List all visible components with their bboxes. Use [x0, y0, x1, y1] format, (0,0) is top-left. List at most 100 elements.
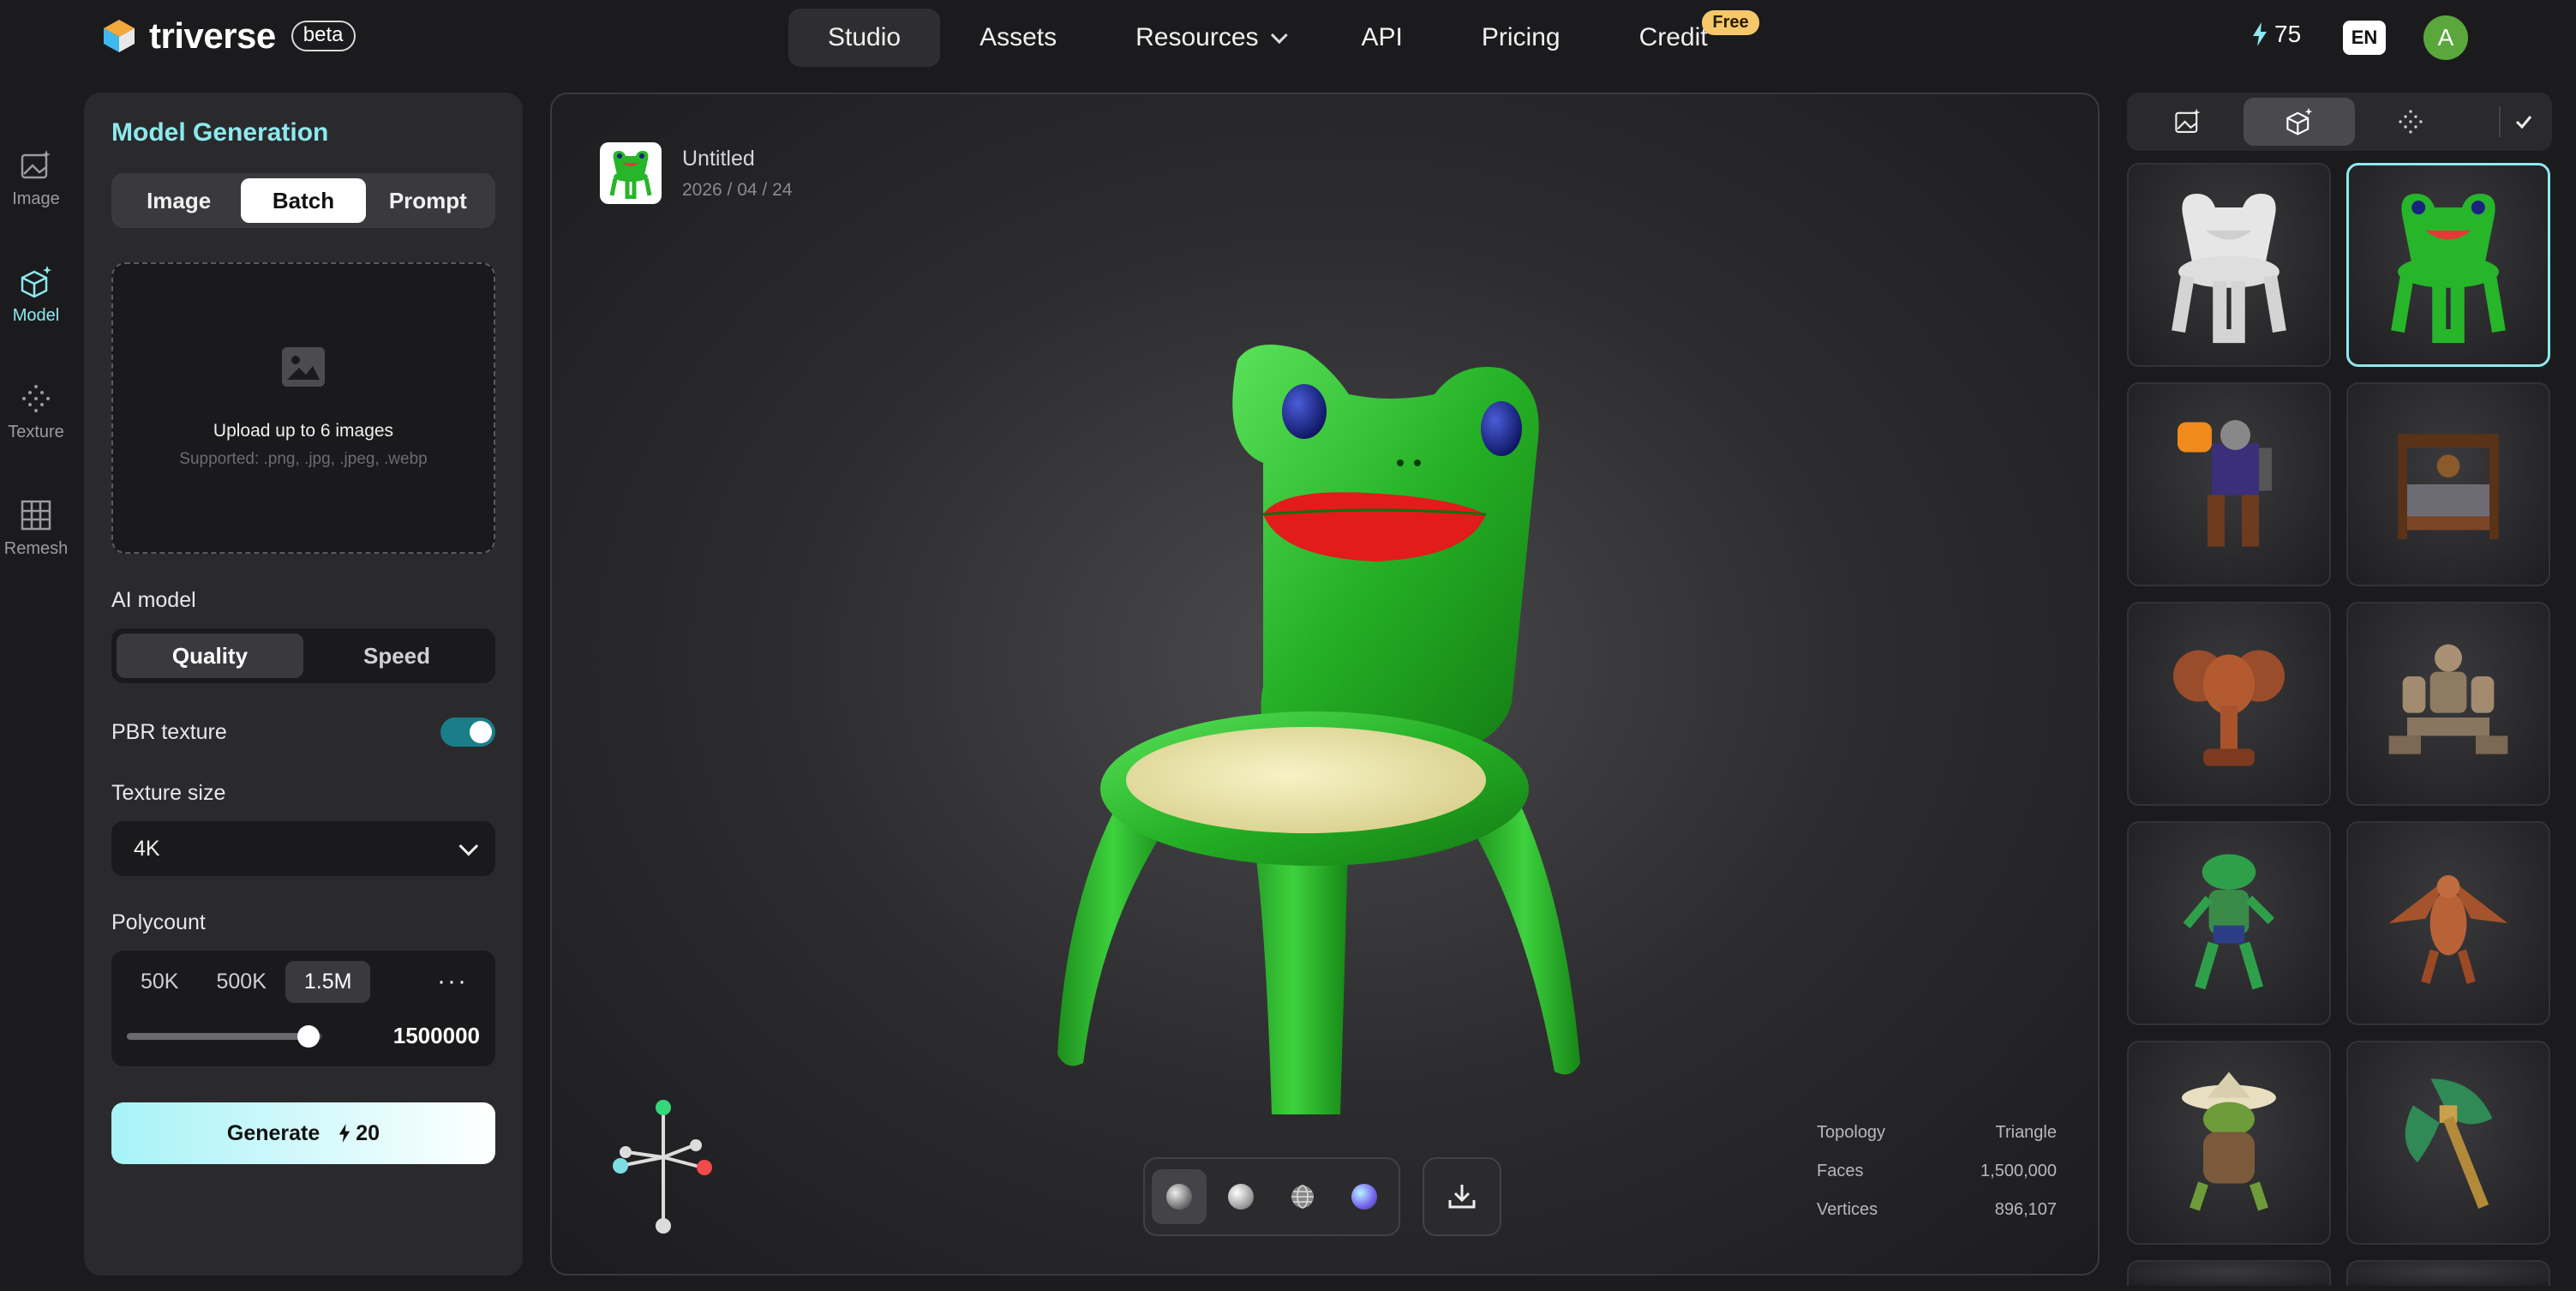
toggle-knob [470, 721, 492, 743]
select-mode-button[interactable] [2499, 106, 2547, 137]
tab-image[interactable]: Image [117, 178, 241, 223]
slider-thumb[interactable] [297, 1024, 321, 1048]
gallery-tab-images[interactable] [2132, 98, 2244, 146]
gallery-tab-models[interactable] [2244, 98, 2355, 146]
top-bar: triverse beta Studio Assets Resources AP… [0, 0, 2576, 75]
nav-studio[interactable]: Studio [788, 9, 941, 67]
rail-label: Model [12, 305, 60, 325]
ai-model-quality[interactable]: Quality [117, 633, 303, 678]
gallery-item-green-frog-chair[interactable] [2346, 163, 2550, 367]
render-mode-matcap[interactable] [1152, 1169, 1207, 1224]
gallery-item-jade-axe[interactable] [2346, 1041, 2550, 1245]
model-header: Untitled 2026 / 04 / 24 [600, 142, 792, 204]
rail-item-texture[interactable]: Texture [0, 353, 72, 470]
nav-pricing[interactable]: Pricing [1442, 9, 1600, 67]
download-icon [1448, 1185, 1476, 1209]
ornate-bed-thumbnail [2398, 434, 2499, 539]
gallery-item-frog-figure[interactable] [2127, 821, 2331, 1025]
dragon-thumbnail [2388, 875, 2508, 984]
frog-figure-thumbnail [2183, 854, 2275, 990]
model-name: Untitled [682, 146, 755, 171]
model-date: 2026 / 04 / 24 [682, 179, 793, 200]
dots-pattern-icon [2399, 110, 2423, 134]
nav-label: API [1361, 23, 1403, 51]
gallery-tabs [2127, 93, 2552, 151]
logo-icon [104, 20, 135, 52]
generate-label: Generate [226, 1120, 321, 1145]
credit-balance[interactable]: 75 [2252, 21, 2301, 48]
polycount-slider[interactable] [127, 1024, 322, 1048]
ai-model-speed[interactable]: Speed [303, 633, 490, 678]
nav-resources[interactable]: Resources [1096, 9, 1321, 67]
polycount-options: 50K 500K 1.5M ··· [122, 956, 485, 1007]
model-viewer[interactable]: Untitled 2026 / 04 / 24 Topology Triangl… [550, 93, 2100, 1276]
nav-api[interactable]: API [1322, 9, 1442, 67]
tab-batch[interactable]: Batch [241, 178, 366, 223]
axes-gizmo[interactable] [603, 1097, 723, 1234]
generate-cost: 20 [338, 1121, 380, 1146]
gallery-item-partial[interactable] [2346, 1260, 2550, 1286]
matcap-sphere-icon [1166, 1184, 1192, 1210]
image-sparkle-icon [21, 149, 51, 178]
polycount-50k[interactable]: 50K [122, 961, 197, 1003]
language-button[interactable]: EN [2343, 21, 2386, 55]
chevron-down-icon [458, 836, 479, 856]
avatar[interactable]: A [2423, 15, 2468, 60]
image-placeholder-icon [282, 347, 325, 387]
gallery-item-frog-wizard[interactable] [2127, 1041, 2331, 1245]
gallery-item-white-frog-chair[interactable] [2127, 163, 2331, 367]
sitting-robot-thumbnail [2388, 644, 2508, 754]
polycount-500k[interactable]: 500K [197, 961, 285, 1003]
stat-label: Topology [1817, 1123, 1886, 1142]
gallery-tab-textures[interactable] [2355, 98, 2466, 146]
texture-size-select[interactable]: 4K [111, 821, 495, 876]
stat-topology: Topology Triangle [1817, 1123, 2057, 1143]
stat-value: 1,500,000 [1980, 1162, 2057, 1180]
texture-size-value: 4K [134, 836, 160, 861]
asset-gallery [2127, 93, 2552, 1286]
pbr-row: PBR texture [111, 718, 495, 747]
frog-chair-thumbnail-icon [609, 151, 652, 199]
rail-item-image[interactable]: Image [0, 120, 72, 237]
pbr-toggle[interactable] [440, 718, 495, 747]
beta-badge: beta [291, 21, 356, 51]
more-options-icon[interactable]: ··· [437, 967, 468, 996]
gallery-item-sitting-robot[interactable] [2346, 602, 2550, 806]
render-mode-normal[interactable] [1337, 1169, 1392, 1224]
download-button[interactable] [1423, 1157, 1501, 1236]
upload-title: Upload up to 6 images [213, 421, 394, 441]
model-generation-panel: Model Generation Image Batch Prompt Uplo… [84, 93, 523, 1276]
rail-item-model[interactable]: Model [0, 237, 72, 353]
pumpkin-knight-thumbnail [2178, 420, 2272, 547]
nav-credit[interactable]: Credit Free [1600, 9, 1759, 67]
logo[interactable]: triverse beta [101, 15, 356, 57]
ai-model-toggle: Quality Speed [111, 628, 495, 683]
rail-item-remesh[interactable]: Remesh [0, 470, 72, 586]
polycount-label: Polycount [111, 910, 206, 934]
polycount-control: 50K 500K 1.5M ··· 1500000 [111, 951, 495, 1066]
gallery-item-ornate-bed[interactable] [2346, 382, 2550, 586]
image-upload-dropzone[interactable]: Upload up to 6 images Supported: .png, .… [111, 262, 495, 554]
normal-sphere-icon [1351, 1184, 1377, 1210]
jade-axe-thumbnail [2405, 1078, 2493, 1209]
mesh-stats: Topology Triangle Faces 1,500,000 Vertices… [1817, 1123, 2057, 1239]
nav-label: Credit [1638, 23, 1708, 51]
nav-assets[interactable]: Assets [940, 9, 1096, 67]
main-nav: Studio Assets Resources API Pricing Cred… [788, 9, 1759, 67]
dots-pattern-icon [22, 384, 50, 412]
tab-prompt[interactable]: Prompt [366, 178, 490, 223]
stat-vertices: Vertices 896,107 [1817, 1200, 2057, 1220]
panel-title: Model Generation [111, 118, 329, 147]
nav-label: Resources [1135, 23, 1259, 51]
polycount-1-5m[interactable]: 1.5M [285, 960, 371, 1003]
left-rail: Image Model Texture Remesh [0, 120, 72, 586]
viewer-toolbar [1143, 1157, 1501, 1236]
gallery-item-dragon[interactable] [2346, 821, 2550, 1025]
gallery-item-pumpkin-knight[interactable] [2127, 382, 2331, 586]
render-mode-clay[interactable] [1213, 1169, 1268, 1224]
gallery-item-partial[interactable] [2127, 1260, 2331, 1286]
upload-supported-formats: Supported: .png, .jpg, .jpeg, .webp [179, 450, 428, 468]
generate-button[interactable]: Generate 20 [111, 1102, 495, 1164]
render-mode-wireframe[interactable] [1275, 1169, 1330, 1224]
gallery-item-elephant-statue[interactable] [2127, 602, 2331, 806]
